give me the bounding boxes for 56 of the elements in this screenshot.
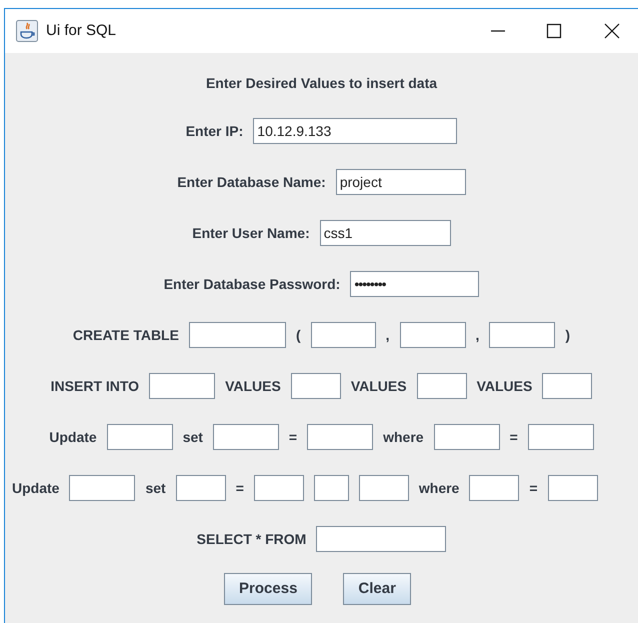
- text-field[interactable]: [542, 373, 592, 399]
- text-field[interactable]: [290, 373, 341, 399]
- window-title: Ui for SQL: [46, 20, 116, 41]
- field-label: where: [418, 478, 460, 498]
- text-field[interactable]: [310, 322, 376, 348]
- field-label: ,: [386, 326, 390, 344]
- text-field[interactable]: [188, 322, 286, 348]
- password-field[interactable]: ••••••••: [350, 271, 480, 297]
- text-field[interactable]: [314, 475, 349, 501]
- text-field[interactable]: [316, 526, 446, 552]
- maximize-icon[interactable]: [546, 23, 562, 39]
- text-field[interactable]: [254, 475, 304, 501]
- field-label: ,: [476, 326, 480, 344]
- field-label: INSERT INTO: [50, 376, 140, 396]
- field-label: =: [236, 478, 244, 498]
- app-icon: [16, 20, 38, 42]
- text-field[interactable]: [69, 475, 136, 501]
- form-heading: Enter Desired Values to insert data: [206, 74, 438, 92]
- field-label: Update: [49, 428, 97, 447]
- text-field[interactable]: [176, 475, 226, 501]
- process-button[interactable]: Process: [224, 573, 312, 605]
- field-label: set: [145, 478, 166, 498]
- text-field[interactable]: [416, 373, 467, 399]
- text-field[interactable]: [149, 373, 216, 399]
- text-field[interactable]: css1: [320, 220, 451, 246]
- text-field[interactable]: [528, 424, 594, 450]
- field-label: =: [529, 478, 538, 498]
- field-label: VALUES: [476, 376, 532, 396]
- text-field[interactable]: [358, 475, 409, 501]
- field-label: =: [288, 428, 298, 446]
- text-field[interactable]: [548, 475, 598, 501]
- field-label: CREATE TABLE: [72, 326, 179, 344]
- close-icon[interactable]: [604, 23, 620, 39]
- text-field[interactable]: [434, 424, 500, 450]
- text-field[interactable]: [212, 424, 279, 450]
- field-label: VALUES: [350, 376, 407, 396]
- field-label: set: [182, 428, 203, 446]
- text-field[interactable]: [400, 322, 466, 348]
- field-label: Enter Database Password:: [164, 274, 340, 294]
- clear-button[interactable]: Clear: [343, 573, 411, 605]
- field-label: where: [383, 428, 424, 446]
- field-label: Enter IP:: [186, 122, 244, 140]
- text-field[interactable]: [307, 424, 374, 450]
- text-field[interactable]: [489, 322, 556, 348]
- field-label: Enter User Name:: [192, 224, 310, 242]
- field-label: Update: [12, 478, 60, 498]
- field-label: VALUES: [225, 376, 281, 396]
- field-label: SELECT * FROM: [196, 530, 306, 548]
- text-field[interactable]: [469, 475, 520, 501]
- text-field[interactable]: [106, 424, 173, 450]
- field-label: (: [296, 326, 301, 345]
- field-label: Enter Database Name:: [177, 172, 326, 192]
- field-label: =: [510, 428, 518, 446]
- text-field[interactable]: project: [336, 169, 466, 195]
- field-label: ): [565, 326, 570, 345]
- text-field[interactable]: 10.12.9.133: [253, 118, 458, 144]
